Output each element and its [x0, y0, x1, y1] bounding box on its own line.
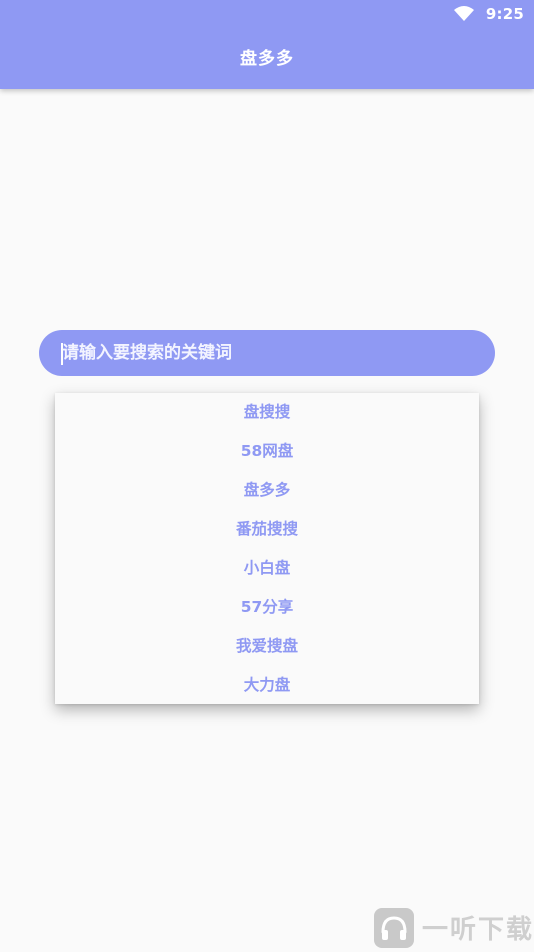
wifi-icon — [454, 6, 474, 21]
suggestion-item-dalipan[interactable]: 大力盘 — [55, 666, 479, 705]
app-bar: 9:25 盘多多 — [0, 0, 534, 89]
suggestion-item-woaisoupan[interactable]: 我爱搜盘 — [55, 627, 479, 666]
app-title: 盘多多 — [240, 49, 294, 69]
suggestion-item-xiaobaipan[interactable]: 小白盘 — [55, 549, 479, 588]
suggestion-dropdown: 盘搜搜 58网盘 盘多多 番茄搜搜 小白盘 57分享 我爱搜盘 大力盘 — [55, 393, 479, 704]
watermark-text: 一听下载 — [422, 915, 534, 945]
watermark: 一听下载 — [374, 906, 534, 949]
search-input[interactable] — [62, 330, 482, 376]
headphone-logo-icon — [374, 908, 414, 948]
suggestion-item-panss[interactable]: 盘搜搜 — [55, 393, 479, 432]
status-time: 9:25 — [485, 5, 524, 23]
suggestion-item-57fenxiang[interactable]: 57分享 — [55, 588, 479, 627]
suggestion-item-panduoduo[interactable]: 盘多多 — [55, 471, 479, 510]
suggestion-item-fanqiesousou[interactable]: 番茄搜搜 — [55, 510, 479, 549]
search-field[interactable] — [39, 330, 495, 376]
status-bar: 9:25 — [0, 0, 534, 28]
suggestion-item-58wangpan[interactable]: 58网盘 — [55, 432, 479, 471]
